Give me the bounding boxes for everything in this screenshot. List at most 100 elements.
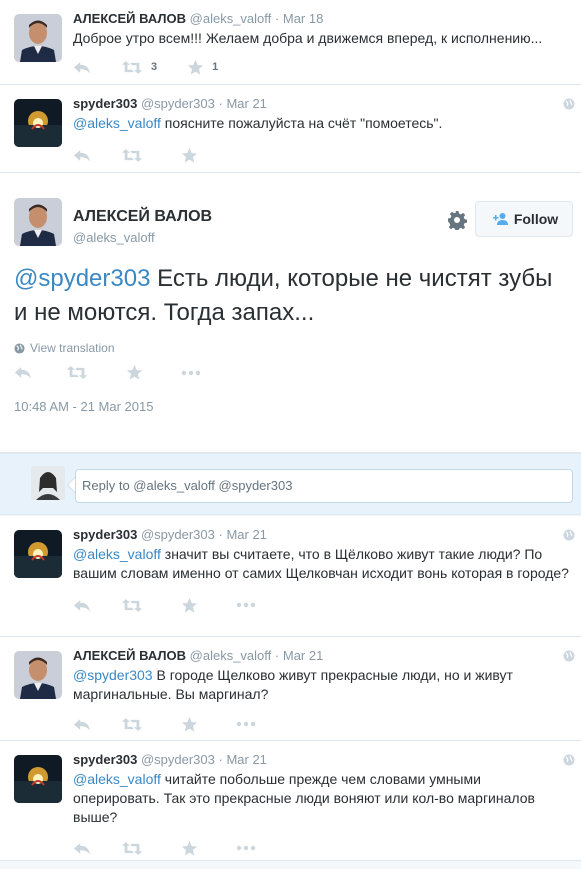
timestamp-link[interactable]: Mar 21: [226, 752, 266, 767]
display-name[interactable]: АЛЕКСЕЙ ВАЛОВ: [73, 208, 212, 226]
reply-button[interactable]: [73, 841, 91, 856]
reply-icon: [73, 598, 91, 613]
username[interactable]: @aleks_valoff: [190, 648, 272, 663]
reply-button[interactable]: [73, 598, 91, 613]
tweet-text: @aleks_valoff значит вы считаете, что в …: [73, 545, 569, 583]
retweet-icon: [121, 60, 143, 75]
reply-icon: [14, 365, 32, 380]
mention-link[interactable]: @spyder303: [73, 667, 153, 683]
tweet[interactable]: АЛЕКСЕЙ ВАЛОВ @aleks_valoff · Mar 18 Доб…: [0, 0, 581, 85]
tweet-actions: [73, 592, 569, 626]
retweet-icon: [121, 598, 143, 613]
favorite-button[interactable]: [126, 364, 143, 381]
separator: ·: [274, 648, 280, 663]
avatar[interactable]: [14, 651, 62, 699]
favorite-button[interactable]: 1: [187, 59, 218, 76]
favorite-icon: [181, 716, 198, 733]
globe-icon: [14, 342, 25, 354]
more-button[interactable]: [236, 721, 256, 727]
avatar[interactable]: [14, 14, 62, 62]
more-icon: [236, 845, 256, 851]
timestamp-link[interactable]: Mar 18: [283, 11, 323, 26]
more-button[interactable]: [236, 602, 256, 608]
tweet-actions: [73, 711, 569, 745]
separator: ·: [218, 527, 223, 542]
follow-button[interactable]: Follow: [475, 201, 573, 237]
timestamp-link[interactable]: Mar 21: [283, 648, 323, 663]
display-name[interactable]: spyder303: [73, 96, 137, 111]
tweet[interactable]: АЛЕКСЕЙ ВАЛОВ @aleks_valoff · Mar 21 @sp…: [0, 637, 581, 741]
username[interactable]: @spyder303: [141, 527, 215, 542]
favorite-icon: [181, 147, 198, 164]
avatar[interactable]: [14, 99, 62, 147]
username[interactable]: @spyder303: [141, 96, 215, 111]
separator: ·: [218, 96, 223, 111]
reply-icon: [73, 717, 91, 732]
reply-icon: [73, 148, 91, 163]
reply-button[interactable]: [14, 365, 32, 380]
username[interactable]: @spyder303: [141, 752, 215, 767]
globe-icon: [563, 529, 575, 541]
retweet-icon: [121, 148, 143, 163]
tweet[interactable]: spyder303 @spyder303 · Mar 21 @aleks_val…: [0, 85, 581, 173]
favorite-button[interactable]: [181, 716, 198, 733]
mention-link[interactable]: @aleks_valoff: [73, 771, 161, 787]
tweet[interactable]: spyder303 @spyder303 · Mar 21 @aleks_val…: [0, 516, 581, 637]
tweet-header: spyder303 @spyder303 · Mar 21: [73, 526, 569, 544]
retweet-button[interactable]: [121, 148, 143, 163]
more-button[interactable]: [236, 845, 256, 851]
tweet-actions: [14, 364, 235, 381]
display-name[interactable]: spyder303: [73, 527, 137, 542]
mention-link[interactable]: @aleks_valoff: [73, 115, 161, 131]
display-name[interactable]: spyder303: [73, 752, 137, 767]
retweet-button[interactable]: [121, 841, 143, 856]
username[interactable]: @aleks_valoff: [190, 11, 272, 26]
view-translation-link[interactable]: View translation: [14, 341, 115, 355]
separator: ·: [274, 11, 280, 26]
avatar[interactable]: [14, 755, 62, 803]
tweet-header: spyder303 @spyder303 · Mar 21: [73, 751, 569, 769]
favorite-icon: [181, 840, 198, 857]
reply-box: Reply to @aleks_valoff @spyder303: [0, 453, 581, 515]
avatar[interactable]: [14, 530, 62, 578]
tweet-text: @spyder303 В городе Щелково живут прекра…: [73, 666, 569, 704]
tweet-header: АЛЕКСЕЙ ВАЛОВ @aleks_valoff · Mar 21: [73, 647, 569, 665]
more-icon: [236, 721, 256, 727]
tweet-header: spyder303 @spyder303 · Mar 21: [73, 95, 569, 113]
mention-link[interactable]: @spyder303: [14, 265, 150, 292]
follow-label: Follow: [513, 211, 559, 227]
retweet-button[interactable]: [66, 365, 88, 380]
timestamp-link[interactable]: Mar 21: [226, 96, 266, 111]
tweet[interactable]: spyder303 @spyder303 · Mar 21 @aleks_val…: [0, 741, 581, 861]
username[interactable]: @aleks_valoff: [73, 230, 155, 245]
gear-icon[interactable]: [447, 210, 467, 230]
reply-input[interactable]: Reply to @aleks_valoff @spyder303: [75, 469, 573, 503]
more-button[interactable]: [181, 370, 201, 376]
display-name[interactable]: АЛЕКСЕЙ ВАЛОВ: [73, 648, 186, 663]
reply-button[interactable]: [73, 60, 91, 75]
retweet-button[interactable]: 3: [121, 60, 157, 75]
more-icon: [236, 602, 256, 608]
separator: ·: [218, 752, 223, 767]
tweet-text: @aleks_valoff читайте побольше прежде че…: [73, 770, 569, 827]
retweet-button[interactable]: [121, 598, 143, 613]
tweet-timestamp: 10:48 AM - 21 Mar 2015: [14, 399, 154, 414]
avatar[interactable]: [14, 198, 62, 246]
tweet-actions: 3 1: [73, 54, 569, 88]
tweet-actions: [73, 142, 569, 176]
timestamp-link[interactable]: Mar 21: [226, 527, 266, 542]
favorite-button[interactable]: [181, 597, 198, 614]
favorite-count: 1: [212, 61, 219, 73]
tweet-actions: [73, 835, 569, 869]
globe-icon: [563, 754, 575, 766]
follow-user-icon: [492, 213, 508, 225]
favorite-button[interactable]: [181, 840, 198, 857]
retweet-button[interactable]: [121, 717, 143, 732]
retweet-count: 3: [151, 61, 158, 73]
reply-button[interactable]: [73, 717, 91, 732]
retweet-icon: [121, 717, 143, 732]
mention-link[interactable]: @aleks_valoff: [73, 546, 161, 562]
favorite-button[interactable]: [181, 147, 198, 164]
display-name[interactable]: АЛЕКСЕЙ ВАЛОВ: [73, 11, 186, 26]
reply-button[interactable]: [73, 148, 91, 163]
